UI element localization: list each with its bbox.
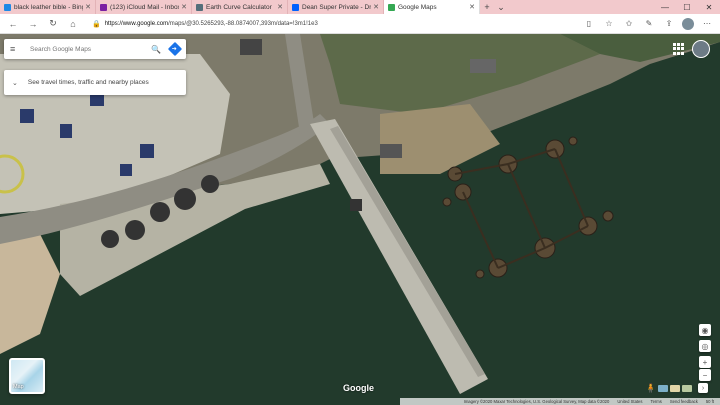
travel-times-panel[interactable]: ⌄ See travel times, traffic and nearby p…	[4, 70, 186, 95]
browser-profile-avatar[interactable]	[682, 17, 694, 30]
google-logo: Google	[343, 383, 374, 393]
home-icon[interactable]: ⌂	[66, 17, 80, 31]
search-icon[interactable]: 🔍	[150, 45, 162, 54]
directions-icon[interactable]: ➜	[167, 41, 183, 57]
search-input[interactable]	[24, 45, 150, 53]
tab-icloud[interactable]: (123) iCloud Mail - Inbox (2 ✕	[96, 0, 192, 14]
refresh-icon[interactable]: ↻	[46, 17, 60, 31]
zoom-in-button[interactable]: +	[699, 356, 711, 368]
tab-label: Earth Curve Calculator	[206, 3, 272, 11]
imagery-thumbnail[interactable]	[682, 385, 692, 392]
more-options-icon[interactable]: ⋯	[700, 17, 714, 31]
address-bar: ← → ↻ ⌂ 🔒 https://www.google.com /maps/@…	[0, 14, 720, 34]
tab-close-icon[interactable]: ✕	[181, 3, 187, 11]
bing-favicon-icon	[4, 3, 11, 11]
tab-close-icon[interactable]: ✕	[85, 3, 91, 11]
tab-label: Dean Super Private - Dropb	[302, 3, 372, 11]
lock-icon: 🔒	[92, 20, 101, 28]
dropbox-favicon-icon	[292, 3, 299, 11]
url-path: /maps/@30.5265293,-88.0874007,393m/data=…	[168, 20, 318, 27]
expand-chevron-icon[interactable]: ›	[698, 383, 708, 393]
compass-icon[interactable]: ◉	[699, 324, 711, 336]
imagery-thumbnail[interactable]	[670, 385, 680, 392]
my-location-icon[interactable]: ◎	[699, 340, 711, 352]
tab-list-chevron-icon[interactable]: ⌄	[494, 0, 508, 14]
page-favicon-icon	[196, 3, 203, 11]
map-layer-toggle[interactable]: Map	[9, 358, 45, 394]
tab-dropbox[interactable]: Dean Super Private - Dropb ✕	[288, 0, 384, 14]
tab-close-icon[interactable]: ✕	[469, 3, 475, 11]
close-window-button[interactable]: ✕	[698, 0, 720, 14]
map-attribution-bar: Imagery ©2020 Maxar Technologies, U.S. G…	[400, 398, 720, 405]
terms-link[interactable]: Terms	[650, 399, 661, 404]
forward-icon[interactable]: →	[26, 17, 40, 31]
new-tab-button[interactable]: +	[480, 0, 494, 14]
google-apps-icon[interactable]	[673, 43, 685, 55]
hamburger-menu-icon[interactable]: ≡	[10, 44, 24, 54]
maps-search-box: ≡ 🔍 ➜	[4, 39, 186, 59]
layer-label: Map	[13, 384, 24, 390]
browser-tab-strip: black leather bible - Bing im ✕ (123) iC…	[0, 0, 720, 14]
reading-list-icon[interactable]: ✎	[642, 17, 656, 31]
tab-earth-curve[interactable]: Earth Curve Calculator ✕	[192, 0, 288, 14]
tab-close-icon[interactable]: ✕	[277, 3, 283, 11]
chevron-down-icon: ⌄	[12, 79, 18, 87]
tab-bing[interactable]: black leather bible - Bing im ✕	[0, 0, 96, 14]
maximize-button[interactable]: ☐	[676, 0, 698, 14]
tab-close-icon[interactable]: ✕	[373, 3, 379, 11]
reading-view-icon[interactable]: ▯	[582, 17, 596, 31]
account-avatar[interactable]	[692, 40, 710, 58]
scale-label[interactable]: 50 ft	[706, 399, 714, 404]
share-icon[interactable]: ⇪	[662, 17, 676, 31]
country-label: United States	[617, 399, 643, 404]
tab-label: Google Maps	[398, 3, 437, 11]
travel-times-text: See travel times, traffic and nearby pla…	[27, 79, 149, 86]
tab-label: (123) iCloud Mail - Inbox (2	[110, 3, 179, 11]
icloud-favicon-icon	[100, 3, 107, 11]
tab-label: black leather bible - Bing im	[14, 3, 83, 11]
imagery-thumbnail[interactable]	[658, 385, 668, 392]
favorites-bar-icon[interactable]: ✩	[622, 17, 636, 31]
minimize-button[interactable]: —	[654, 0, 676, 14]
back-icon[interactable]: ←	[6, 17, 20, 31]
url-host: https://www.google.com	[104, 20, 169, 27]
url-input[interactable]: 🔒 https://www.google.com /maps/@30.52652…	[86, 17, 576, 31]
imagery-credit: Imagery ©2020 Maxar Technologies, U.S. G…	[463, 399, 610, 404]
send-feedback-link[interactable]: Send feedback	[670, 399, 698, 404]
favorite-star-icon[interactable]: ☆	[602, 17, 616, 31]
pegman-icon[interactable]: 🧍	[645, 383, 656, 393]
maps-favicon-icon	[388, 3, 395, 11]
zoom-out-button[interactable]: −	[699, 369, 711, 381]
tab-google-maps[interactable]: Google Maps ✕	[384, 0, 480, 14]
